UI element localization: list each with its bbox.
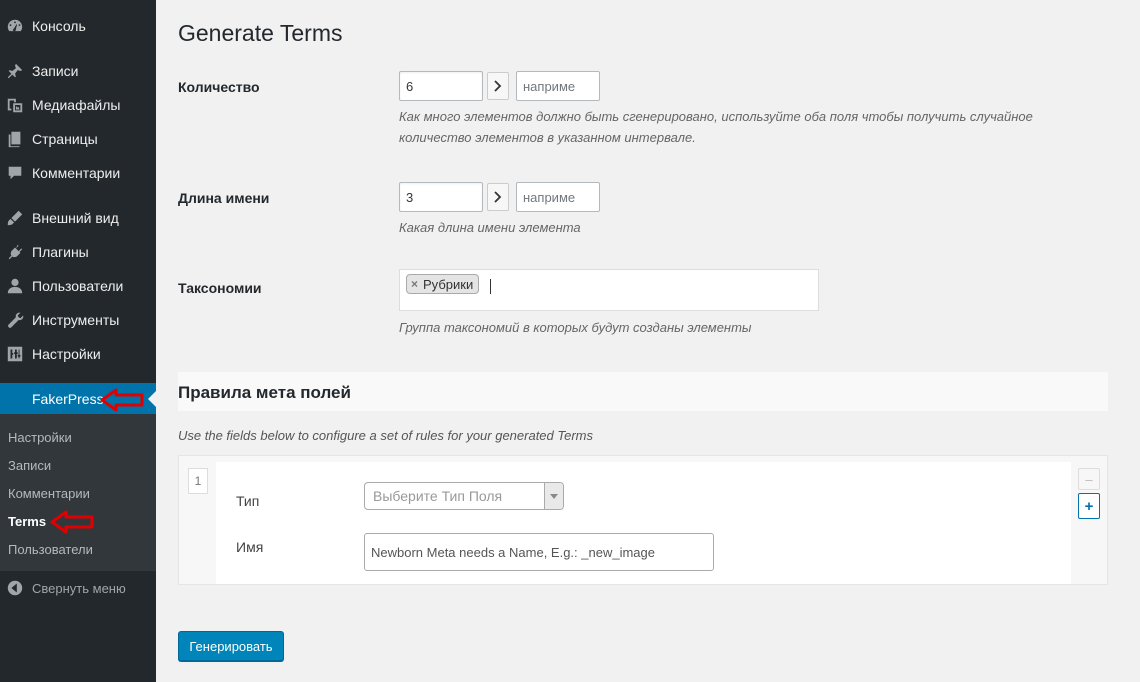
menu-label: Настройки [32,346,101,362]
meta-name-label: Имя [236,539,264,555]
meta-type-label: Тип [236,493,260,509]
main-content: Generate Terms Количество Как много элем… [156,0,1140,682]
add-rule-button[interactable]: + [1078,493,1100,519]
remove-rule-button[interactable]: – [1078,468,1100,490]
annotation-arrow-icon [50,510,94,534]
meta-type-select[interactable]: Выберите Тип Поля [364,482,564,510]
taxonomies-select[interactable]: × Рубрики [399,269,819,311]
plugins-icon [5,242,25,262]
menu-label: Плагины [32,244,89,260]
menu-item-media[interactable]: Медиафайлы [0,90,156,120]
media-icon [5,95,25,115]
menu-label: Записи [32,63,79,79]
fakerpress-submenu: Настройки Записи Комментарии Terms Польз… [0,414,156,571]
quantity-label: Количество [178,79,260,95]
meta-type-placeholder: Выберите Тип Поля [373,488,503,504]
menu-item-settings[interactable]: Настройки [0,339,156,369]
chevron-right-icon [494,80,502,92]
page-title: Generate Terms [178,20,343,46]
pages-icon [5,129,25,149]
menu-item-posts[interactable]: Записи [0,56,156,86]
menu-item-users[interactable]: Пользователи [0,271,156,301]
menu-item-tools[interactable]: Инструменты [0,305,156,335]
meta-rules-header: Правила мета полей [178,372,1108,411]
meta-name-input[interactable] [364,533,714,571]
meta-rule-fields: Тип Выберите Тип Поля Имя [216,462,1071,584]
menu-label: Внешний вид [32,210,119,226]
annotation-arrow-icon [100,388,144,412]
collapse-menu-button[interactable]: Свернуть меню [0,573,156,603]
submenu-item-settings[interactable]: Настройки [8,430,72,445]
submenu-item-posts[interactable]: Записи [8,458,51,473]
taxonomy-chip: × Рубрики [406,274,480,294]
name-length-label: Длина имени [178,190,270,206]
collapse-icon [5,578,25,598]
users-icon [5,276,25,296]
dashboard-icon [5,16,25,36]
remove-chip-icon[interactable]: × [411,277,418,291]
submenu-item-terms[interactable]: Terms [8,514,46,529]
pin-icon [5,61,25,81]
menu-item-pages[interactable]: Страницы [0,124,156,154]
generate-button[interactable]: Генерировать [178,631,284,661]
meta-rule-box: 1 Тип Выберите Тип Поля Имя – + [178,455,1108,585]
admin-sidebar: Консоль Записи Медиафайлы Страницы Комме… [0,0,156,682]
menu-label: Медиафайлы [32,97,121,113]
quantity-max-input[interactable] [516,71,600,101]
chevron-down-icon [544,483,563,509]
range-separator-button[interactable] [487,72,509,100]
menu-label: FakerPress [32,391,104,407]
meta-rule-index: 1 [188,468,208,494]
submenu-item-users[interactable]: Пользователи [8,542,93,557]
taxonomies-label: Таксономии [178,280,262,296]
taxonomy-chip-label: Рубрики [423,276,474,292]
name-length-min-input[interactable] [399,182,483,212]
menu-item-plugins[interactable]: Плагины [0,237,156,267]
appearance-icon [5,208,25,228]
quantity-description: Как много элементов должно быть сгенерир… [399,109,1033,145]
menu-item-comments[interactable]: Комментарии [0,158,156,188]
menu-item-dashboard[interactable]: Консоль [0,11,156,41]
settings-icon [5,344,25,364]
submenu-item-comments[interactable]: Комментарии [8,486,90,501]
meta-rules-heading: Правила мета полей [178,383,351,402]
tools-icon [5,310,25,330]
menu-label: Страницы [32,131,98,147]
menu-label: Пользователи [32,278,124,294]
menu-item-appearance[interactable]: Внешний вид [0,203,156,233]
collapse-label: Свернуть меню [32,580,126,596]
chevron-right-icon [494,191,502,203]
text-caret [490,279,491,294]
menu-label: Консоль [32,18,86,34]
menu-label: Инструменты [32,312,120,328]
taxonomies-description: Группа таксономий в которых будут создан… [399,320,752,335]
meta-rules-note: Use the fields below to configure a set … [178,428,594,443]
menu-label: Комментарии [32,165,121,181]
name-length-max-input[interactable] [516,182,600,212]
comments-icon [5,163,25,183]
range-separator-button[interactable] [487,183,509,211]
name-length-description: Какая длина имени элемента [399,220,581,235]
quantity-min-input[interactable] [399,71,483,101]
